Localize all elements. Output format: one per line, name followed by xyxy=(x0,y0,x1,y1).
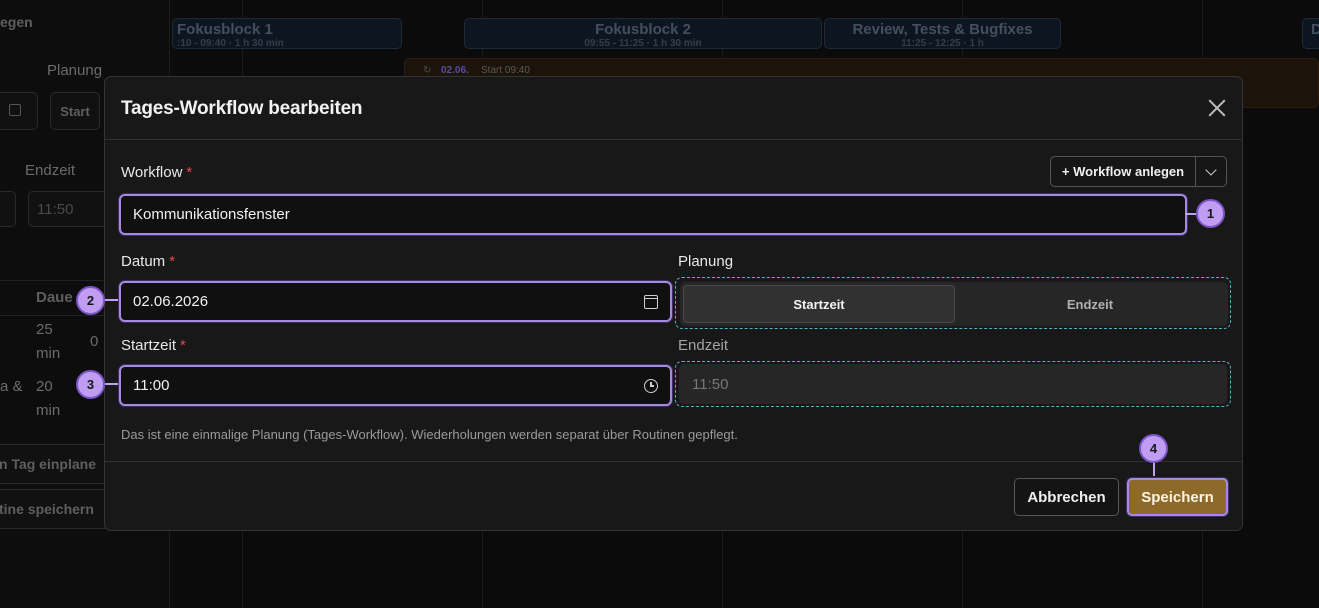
date-input[interactable]: 02.06.2026 xyxy=(119,281,672,322)
sidebar-field[interactable] xyxy=(0,191,16,227)
required-marker: * xyxy=(169,253,176,270)
sidebar-planning-label: Planung xyxy=(47,62,103,79)
end-time-field: 11:50 xyxy=(679,364,1227,404)
sidebar-row1-duration: 25 xyxy=(36,321,53,338)
sidebar-row2-duration: 20 xyxy=(36,378,53,395)
calendar-icon[interactable] xyxy=(644,294,658,309)
dialog-footer xyxy=(105,461,1242,462)
event-start: Start 09:40 xyxy=(481,65,530,76)
timeline-block[interactable]: Fokusblock 1 :10 - 09:40 · 1 h 30 min xyxy=(172,18,402,49)
sidebar-row1-extra: 0 xyxy=(90,333,99,350)
timeline-block-subtitle: 09:55 - 11:25 · 1 h 30 min xyxy=(584,38,702,49)
plan-day-label: n Tag einplane xyxy=(0,456,96,472)
sidebar-heading: egen xyxy=(0,14,33,30)
sidebar-col-duration: Daue xyxy=(36,289,73,306)
chevron-down-icon xyxy=(1205,163,1217,176)
sidebar-start-button[interactable]: Start xyxy=(50,92,100,130)
timeline-block[interactable]: Review, Tests & Bugfixes 11:25 - 12:25 ·… xyxy=(824,18,1061,49)
timeline-block-subtitle: :10 - 09:40 · 1 h 30 min xyxy=(177,38,284,49)
cancel-button[interactable]: Abbrechen xyxy=(1014,478,1119,516)
end-time-value: 11:50 xyxy=(692,375,729,393)
date-label-text: Datum xyxy=(121,253,166,270)
clock-icon[interactable] xyxy=(644,378,658,393)
annotation-connector xyxy=(104,299,118,301)
sidebar-row1-unit: min xyxy=(36,345,61,362)
add-workflow-dropdown[interactable] xyxy=(1196,157,1226,186)
timeline-block-title: D xyxy=(1311,21,1319,38)
start-time-label: Startzeit * xyxy=(121,337,186,354)
required-marker: * xyxy=(186,164,193,181)
add-workflow-button[interactable]: + Workflow anlegen xyxy=(1051,157,1196,186)
planning-label: Planung xyxy=(678,253,734,270)
sidebar-date-box[interactable] xyxy=(0,92,38,130)
annotation-badge-3: 3 xyxy=(76,370,105,399)
date-value: 02.06.2026 xyxy=(133,293,209,310)
timeline-block-title: Fokusblock 2 xyxy=(595,21,691,38)
sidebar-plan-day-button[interactable]: n Tag einplane xyxy=(0,444,110,484)
annotation-connector xyxy=(1153,462,1155,476)
timeline-block-title: Review, Tests & Bugfixes xyxy=(852,21,1033,38)
planning-toggle: Startzeit Endzeit xyxy=(680,282,1228,326)
planning-option-startzeit[interactable]: Startzeit xyxy=(683,285,955,323)
timeline-block-subtitle: 11:25 - 12:25 · 1 h xyxy=(901,38,984,49)
sidebar-row2-unit: min xyxy=(36,402,61,419)
event-date: 02.06. xyxy=(441,65,469,76)
sidebar-end-label: Endzeit xyxy=(25,162,76,179)
planning-hint: Das ist eine einmalige Planung (Tages-Wo… xyxy=(121,427,738,442)
end-time-label: Endzeit xyxy=(678,337,729,354)
add-workflow-split-button: + Workflow anlegen xyxy=(1050,156,1227,187)
workflow-label-text: Workflow xyxy=(121,164,183,181)
save-routine-label: tine speichern xyxy=(0,501,94,517)
sidebar-row2-label: a & xyxy=(0,378,23,395)
save-button[interactable]: Speichern xyxy=(1127,478,1228,516)
sidebar-save-routine-button[interactable]: tine speichern xyxy=(0,489,110,529)
annotation-badge-1: 1 xyxy=(1196,199,1225,228)
annotation-badge-4: 4 xyxy=(1139,434,1168,463)
required-marker: * xyxy=(180,337,186,354)
start-time-input[interactable]: 11:00 xyxy=(119,365,672,406)
edit-workflow-dialog: Tages-Workflow bearbeiten Workflow * + Wo… xyxy=(104,76,1243,531)
refresh-icon: ↻ xyxy=(423,65,432,76)
calendar-icon xyxy=(9,104,21,116)
workflow-label: Workflow * xyxy=(121,164,192,181)
planning-option-endzeit[interactable]: Endzeit xyxy=(955,285,1225,323)
dialog-title: Tages-Workflow bearbeiten xyxy=(121,98,363,119)
annotation-badge-2: 2 xyxy=(76,286,105,315)
timeline-block[interactable]: Fokusblock 2 09:55 - 11:25 · 1 h 30 min xyxy=(464,18,822,49)
timeline-block[interactable]: D xyxy=(1302,18,1319,49)
start-time-label-text: Startzeit xyxy=(121,337,177,354)
workflow-select[interactable]: Kommunikationsfenster xyxy=(119,194,1187,235)
dialog-header: Tages-Workflow bearbeiten xyxy=(105,77,1242,140)
workflow-value: Kommunikationsfenster xyxy=(133,206,290,223)
start-time-value: 11:00 xyxy=(133,377,170,394)
timeline-block-title: Fokusblock 1 xyxy=(177,21,273,38)
date-label: Datum * xyxy=(121,253,175,270)
annotation-connector xyxy=(104,383,118,385)
close-icon[interactable] xyxy=(1206,97,1228,119)
